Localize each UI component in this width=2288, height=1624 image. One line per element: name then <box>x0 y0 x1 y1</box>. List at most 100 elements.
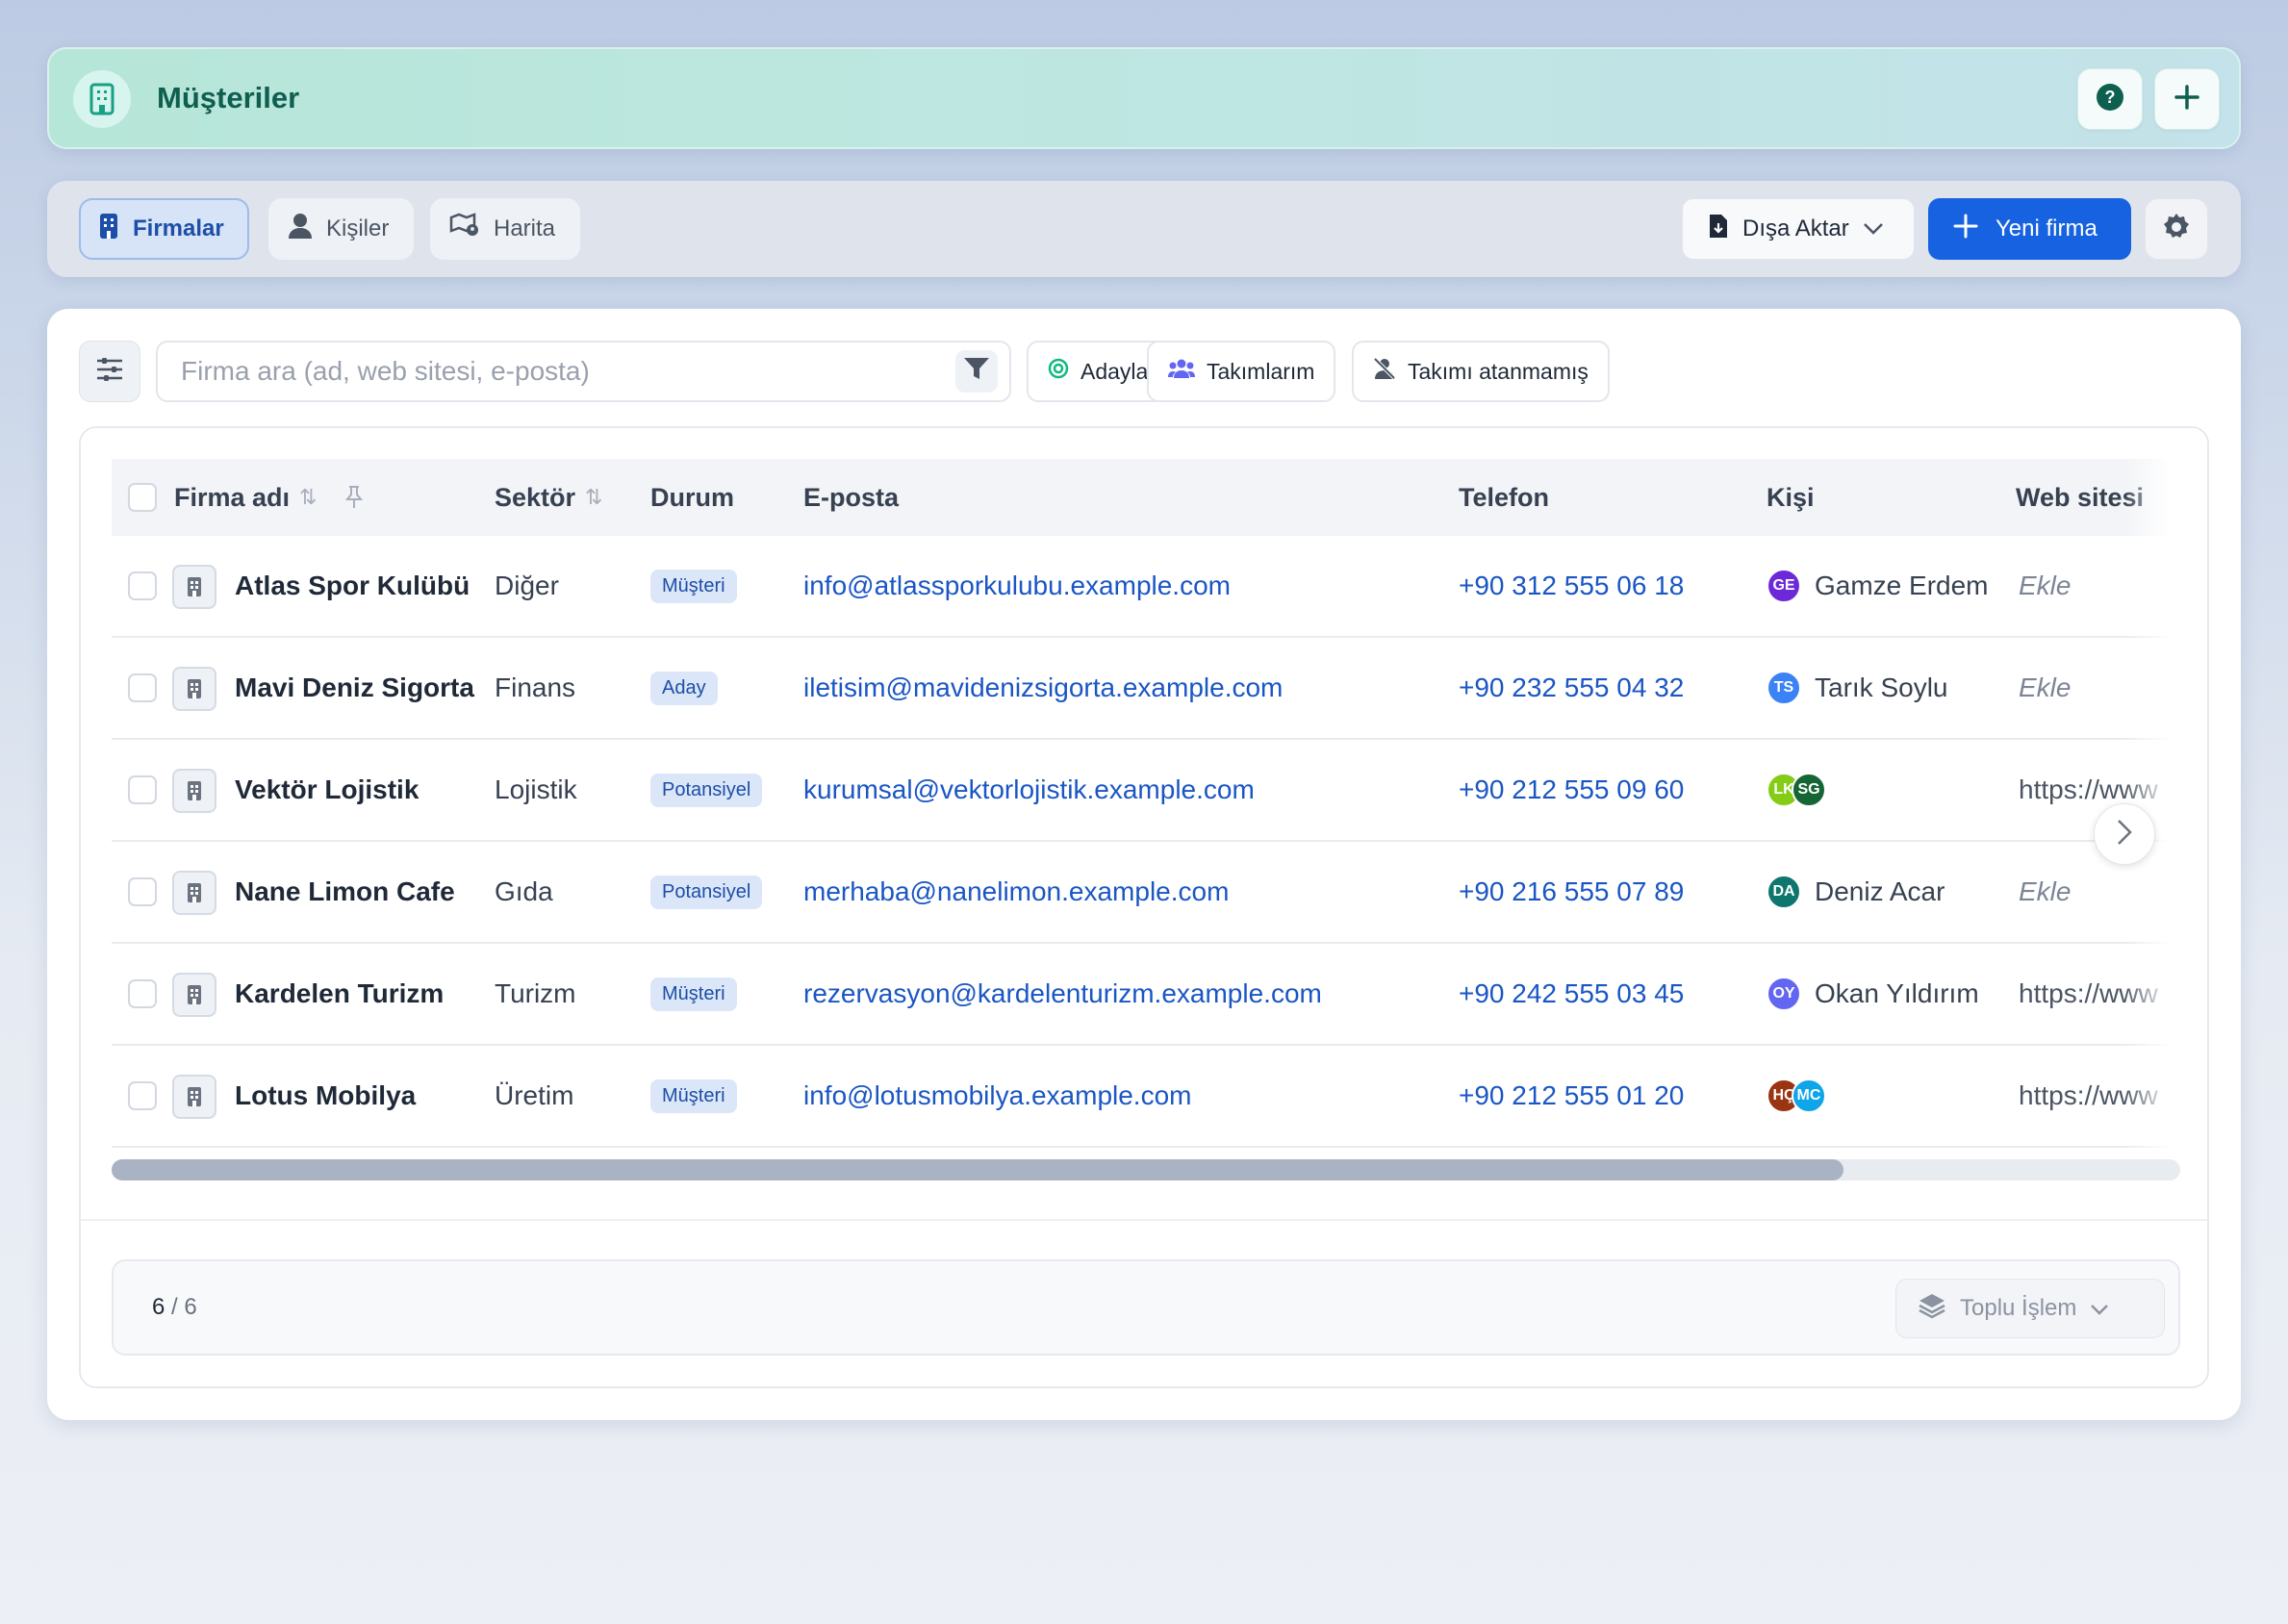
add-website-link[interactable]: Ekle <box>2019 842 2071 942</box>
contact-cell[interactable]: DA Deniz Acar <box>1767 842 1945 942</box>
contact-name[interactable]: Okan Yıldırım <box>1815 978 1979 1009</box>
table-row[interactable]: Lotus Mobilya Üretim Müşteri info@lotusm… <box>112 1046 2180 1148</box>
row-checkbox[interactable] <box>128 979 157 1008</box>
avatar[interactable]: GE <box>1767 569 1801 603</box>
contact-name[interactable]: Gamze Erdem <box>1815 571 1989 601</box>
bulk-action-button[interactable]: Toplu İşlem <box>1895 1279 2165 1338</box>
add-website-link[interactable]: Ekle <box>2019 536 2071 636</box>
avatar[interactable]: OY <box>1767 977 1801 1011</box>
building-icon <box>172 973 216 1017</box>
scrollbar-thumb[interactable] <box>112 1159 1843 1180</box>
export-button[interactable]: Dışa Aktar <box>1682 198 1915 260</box>
firm-name[interactable]: Atlas Spor Kulübü <box>235 536 470 636</box>
plus-icon <box>1953 214 1978 245</box>
contact-cell[interactable]: GE Gamze Erdem <box>1767 536 1989 636</box>
row-checkbox[interactable] <box>128 1081 157 1110</box>
tab-harita[interactable]: Harita <box>430 198 581 260</box>
sector: Gıda <box>495 876 553 906</box>
pin-icon[interactable] <box>344 485 364 515</box>
firm-name[interactable]: Vektör Lojistik <box>235 740 419 840</box>
email-link[interactable]: info@atlassporkulubu.example.com <box>803 536 1231 636</box>
add-website-link[interactable]: Ekle <box>2019 638 2071 738</box>
toolbar: Firmalar Kişiler Harita Dışa Aktar Yeni … <box>47 181 2241 277</box>
settings-button[interactable] <box>2145 198 2208 260</box>
building-icon <box>98 213 119 246</box>
table-row[interactable]: Vektör Lojistik Lojistik Potansiyel kuru… <box>112 740 2180 842</box>
chip-takimlarim[interactable]: Takımlarım <box>1147 341 1336 402</box>
chip-label: Adaylar <box>1080 358 1156 384</box>
contact-cell[interactable]: LK SG <box>1767 740 1826 840</box>
email-link[interactable]: rezervasyon@kardelenturizm.example.com <box>803 944 1322 1044</box>
sort-icon[interactable]: ⇅ <box>585 485 602 510</box>
tab-label: Firmalar <box>133 216 224 241</box>
firm-name[interactable]: Kardelen Turizm <box>235 944 444 1044</box>
chip-takimi-atanmamis[interactable]: Takımı atanmamış <box>1352 341 1610 402</box>
status-cell: Potansiyel <box>650 842 763 942</box>
phone-link[interactable]: +90 212 555 09 60 <box>1459 740 1684 840</box>
firm-name[interactable]: Mavi Deniz Sigorta <box>235 638 474 738</box>
row-checkbox[interactable] <box>128 877 157 906</box>
firms-table: Firma adı ⇅ Sektör ⇅ Durum E-posta Telef… <box>79 426 2209 1388</box>
status-cell: Müşteri <box>650 1046 737 1146</box>
sort-icon[interactable]: ⇅ <box>299 485 317 510</box>
phone-link[interactable]: +90 242 555 03 45 <box>1459 944 1684 1044</box>
search-placeholder: Firma ara (ad, web sitesi, e-posta) <box>181 356 590 386</box>
scroll-right-button[interactable] <box>2094 803 2155 865</box>
person-icon <box>288 213 313 246</box>
page-header: Müşteriler ? <box>47 47 2241 149</box>
avatar[interactable]: MC <box>1792 1078 1826 1113</box>
column-header-email: E-posta <box>803 482 900 512</box>
row-checkbox[interactable] <box>128 673 157 702</box>
select-all-checkbox[interactable] <box>128 483 157 512</box>
table-row[interactable]: Kardelen Turizm Turizm Müşteri rezervasy… <box>112 944 2180 1046</box>
map-icon <box>449 212 480 246</box>
email-link[interactable]: kurumsal@vektorlojistik.example.com <box>803 740 1255 840</box>
column-header-sector[interactable]: Sektör ⇅ <box>495 459 602 536</box>
sector: Turizm <box>495 978 576 1008</box>
tab-kisiler[interactable]: Kişiler <box>268 198 415 260</box>
search-input[interactable]: Firma ara (ad, web sitesi, e-posta) <box>156 341 1011 402</box>
table-row[interactable]: Mavi Deniz Sigorta Finans Aday iletisim@… <box>112 638 2180 740</box>
avatar[interactable]: DA <box>1767 875 1801 909</box>
add-button[interactable] <box>2154 68 2220 130</box>
contact-cell[interactable]: TS Tarık Soylu <box>1767 638 1948 738</box>
building-icon <box>73 70 131 128</box>
building-icon <box>172 1075 216 1119</box>
avatar[interactable]: SG <box>1792 773 1826 807</box>
column-header-contact: Kişi <box>1767 482 1815 512</box>
contact-cell[interactable]: OY Okan Yıldırım <box>1767 944 1979 1044</box>
search-filter-button[interactable] <box>955 350 998 393</box>
phone-link[interactable]: +90 212 555 01 20 <box>1459 1046 1684 1146</box>
firm-name[interactable]: Nane Limon Cafe <box>235 842 455 942</box>
column-header-name[interactable]: Firma adı ⇅ <box>174 459 317 536</box>
table-row[interactable]: Nane Limon Cafe Gıda Potansiyel merhaba@… <box>112 842 2180 944</box>
phone-link[interactable]: +90 312 555 06 18 <box>1459 536 1684 636</box>
status-cell: Aday <box>650 638 718 738</box>
avatar[interactable]: TS <box>1767 671 1801 705</box>
column-header-status: Durum <box>650 482 734 512</box>
email-link[interactable]: iletisim@mavidenizsigorta.example.com <box>803 638 1283 738</box>
gear-icon <box>2161 212 2192 247</box>
tab-firmalar[interactable]: Firmalar <box>79 198 249 260</box>
phone-link[interactable]: +90 216 555 07 89 <box>1459 842 1684 942</box>
user-off-icon <box>1373 357 1396 386</box>
contact-name[interactable]: Tarık Soylu <box>1815 672 1948 703</box>
new-firm-button[interactable]: Yeni firma <box>1928 198 2131 260</box>
status-cell: Potansiyel <box>650 740 763 840</box>
main-card: Firma ara (ad, web sitesi, e-posta) Aday… <box>47 309 2241 1420</box>
help-button[interactable]: ? <box>2077 68 2143 130</box>
table-row[interactable]: Atlas Spor Kulübü Diğer Müşteri info@atl… <box>112 536 2180 638</box>
contact-name[interactable]: Deniz Acar <box>1815 876 1945 907</box>
firm-name[interactable]: Lotus Mobilya <box>235 1046 416 1146</box>
filter-toggle-button[interactable] <box>79 341 140 402</box>
row-checkbox[interactable] <box>128 775 157 804</box>
phone-link[interactable]: +90 232 555 04 32 <box>1459 638 1684 738</box>
row-checkbox[interactable] <box>128 571 157 600</box>
horizontal-scrollbar[interactable] <box>112 1159 2180 1180</box>
email-link[interactable]: merhaba@nanelimon.example.com <box>803 842 1229 942</box>
column-header-phone: Telefon <box>1459 482 1549 512</box>
building-icon <box>172 871 216 915</box>
contact-cell[interactable]: HÇ MC <box>1767 1046 1826 1146</box>
status-badge: Müşteri <box>650 1078 737 1113</box>
email-link[interactable]: info@lotusmobilya.example.com <box>803 1046 1191 1146</box>
